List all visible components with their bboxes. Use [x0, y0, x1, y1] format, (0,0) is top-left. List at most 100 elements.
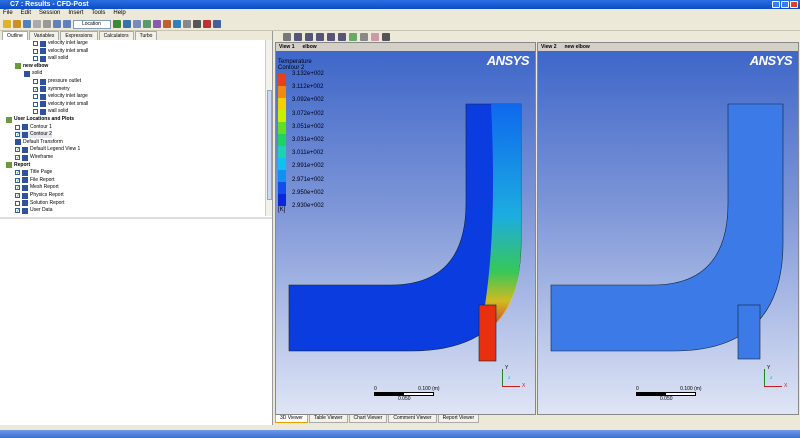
tree-item[interactable]: velocity inlet large — [33, 40, 88, 47]
tree-item[interactable]: User Locations and Plots — [6, 116, 74, 123]
tree-item[interactable]: new elbow — [15, 63, 48, 70]
view-1[interactable]: View 1 elbow ANSYS Temperature Contour 2 … — [275, 42, 536, 415]
scale-unit: (m) — [694, 386, 702, 392]
contour-icon[interactable] — [123, 20, 131, 28]
maximize-button[interactable] — [781, 1, 789, 8]
tree-item[interactable]: velocity inlet small — [33, 101, 88, 108]
visibility-checkbox[interactable]: ✓ — [15, 177, 20, 183]
location-dropdown[interactable]: Location — [73, 19, 111, 29]
panel-divider[interactable] — [0, 217, 272, 219]
tab-calculators[interactable]: Calculators — [98, 31, 134, 40]
visibility-checkbox[interactable]: ✓ — [15, 208, 20, 214]
layout-icon[interactable] — [360, 32, 368, 41]
visibility-checkbox[interactable]: ✓ — [33, 86, 38, 92]
redo-icon[interactable] — [63, 20, 71, 28]
visibility-checkbox[interactable]: ✓ — [15, 193, 20, 199]
tree-item[interactable]: velocity inlet large — [33, 93, 88, 100]
tab-table-viewer[interactable]: Table Viewer — [308, 415, 348, 423]
visibility-checkbox[interactable] — [15, 124, 20, 130]
visibility-checkbox[interactable]: ✓ — [15, 170, 20, 176]
pointer-icon[interactable] — [382, 32, 390, 41]
zoom-fit-icon[interactable] — [338, 32, 346, 41]
streamline-icon[interactable] — [133, 20, 141, 28]
visibility-checkbox[interactable] — [15, 200, 20, 206]
menu-insert[interactable]: Insert — [68, 9, 83, 18]
probe-icon[interactable] — [349, 32, 357, 41]
visibility-checkbox[interactable] — [33, 48, 38, 54]
visibility-checkbox[interactable] — [33, 79, 38, 84]
menu-help[interactable]: Help — [113, 9, 125, 18]
tab-turbo[interactable]: Turbo — [134, 31, 158, 40]
visibility-checkbox[interactable]: ✓ — [15, 155, 20, 161]
rotate-icon[interactable] — [294, 32, 302, 41]
visibility-checkbox[interactable] — [33, 94, 38, 100]
isosurface-icon[interactable] — [163, 20, 171, 28]
volume-icon[interactable] — [153, 20, 161, 28]
tree-item[interactable]: ✓ User Data — [15, 207, 53, 214]
tab-expressions[interactable]: Expressions — [60, 31, 98, 40]
new-icon[interactable] — [3, 20, 11, 28]
tree-item[interactable]: ✓ Contour 2 — [15, 131, 52, 139]
menu-session[interactable]: Session — [39, 9, 60, 18]
visibility-checkbox[interactable]: ✓ — [15, 147, 20, 153]
scrollbar-thumb[interactable] — [267, 90, 272, 200]
copy-icon[interactable] — [43, 20, 51, 28]
undo-icon[interactable] — [53, 20, 61, 28]
visibility-checkbox[interactable]: ✓ — [15, 132, 20, 138]
tree-item[interactable]: wall solid — [33, 55, 68, 62]
visibility-checkbox[interactable] — [33, 101, 38, 107]
menu-tools[interactable]: Tools — [91, 9, 105, 18]
visibility-checkbox[interactable] — [33, 56, 38, 62]
tree-scrollbar[interactable] — [265, 40, 272, 216]
tab-outline[interactable]: Outline — [2, 31, 28, 40]
sync-icon[interactable] — [371, 32, 379, 41]
record-icon[interactable] — [203, 20, 211, 28]
tab-chart-viewer[interactable]: Chart Viewer — [348, 415, 388, 423]
tree-item-label: User Locations and Plots — [14, 116, 75, 122]
tab-3d-viewer[interactable]: 3D Viewer — [275, 415, 308, 423]
visibility-checkbox[interactable] — [33, 41, 38, 46]
zoom-box-icon[interactable] — [327, 32, 335, 41]
axis-z-label: Z — [508, 375, 511, 380]
save-icon[interactable] — [23, 20, 31, 28]
tree-item[interactable]: pressure outlet — [33, 78, 81, 85]
tab-report-viewer[interactable]: Report Viewer — [437, 415, 480, 423]
clock-icon[interactable] — [193, 20, 201, 28]
tree-item-label: Default Transform — [23, 138, 63, 145]
chart-icon[interactable] — [173, 20, 181, 28]
menu-file[interactable]: File — [3, 9, 13, 18]
tree-item-icon — [22, 177, 28, 184]
tree-item[interactable]: ✓ Wireframe — [15, 154, 53, 161]
tree-item[interactable]: Report — [6, 162, 30, 169]
close-button[interactable] — [790, 1, 798, 8]
tree-item[interactable]: velocity inlet small — [33, 48, 88, 55]
visibility-checkbox[interactable] — [33, 109, 38, 115]
tree-item[interactable]: Contour 1 — [15, 124, 52, 131]
visibility-checkbox[interactable]: ✓ — [15, 185, 20, 191]
tree-item[interactable]: ✓ Physics Report — [15, 192, 64, 199]
tree-item[interactable]: ✓ Mesh Report — [15, 184, 59, 191]
tree-item[interactable]: Default Transform — [15, 139, 63, 146]
view-2[interactable]: View 2 new elbow ANSYS 0 0.100 (m) 0.050 … — [537, 42, 799, 415]
open-icon[interactable] — [13, 20, 21, 28]
tab-comment-viewer[interactable]: Comment Viewer — [388, 415, 437, 423]
table-icon[interactable] — [183, 20, 191, 28]
vector-icon[interactable] — [113, 20, 121, 28]
select-icon[interactable] — [283, 32, 291, 41]
zoom-icon[interactable] — [316, 32, 324, 41]
tree-item[interactable]: ✓ File Report — [15, 177, 54, 184]
menu-edit[interactable]: Edit — [21, 9, 31, 18]
tree-item[interactable]: Solution Report — [15, 200, 64, 207]
scale-end: 0.100 — [418, 386, 431, 392]
tab-variables[interactable]: Variables — [28, 31, 60, 40]
tree-item[interactable]: ✓ Title Page — [15, 169, 52, 176]
camera-icon[interactable] — [213, 20, 221, 28]
print-icon[interactable] — [33, 20, 41, 28]
minimize-button[interactable] — [772, 1, 780, 8]
particle-icon[interactable] — [143, 20, 151, 28]
tree-item[interactable]: wall solid — [33, 108, 68, 115]
tree-item[interactable]: ✓ Default Legend View 1 — [15, 146, 80, 153]
pan-icon[interactable] — [305, 32, 313, 41]
tree-item[interactable]: solid — [24, 70, 42, 77]
tree-item[interactable]: ✓ symmetry — [33, 86, 70, 93]
